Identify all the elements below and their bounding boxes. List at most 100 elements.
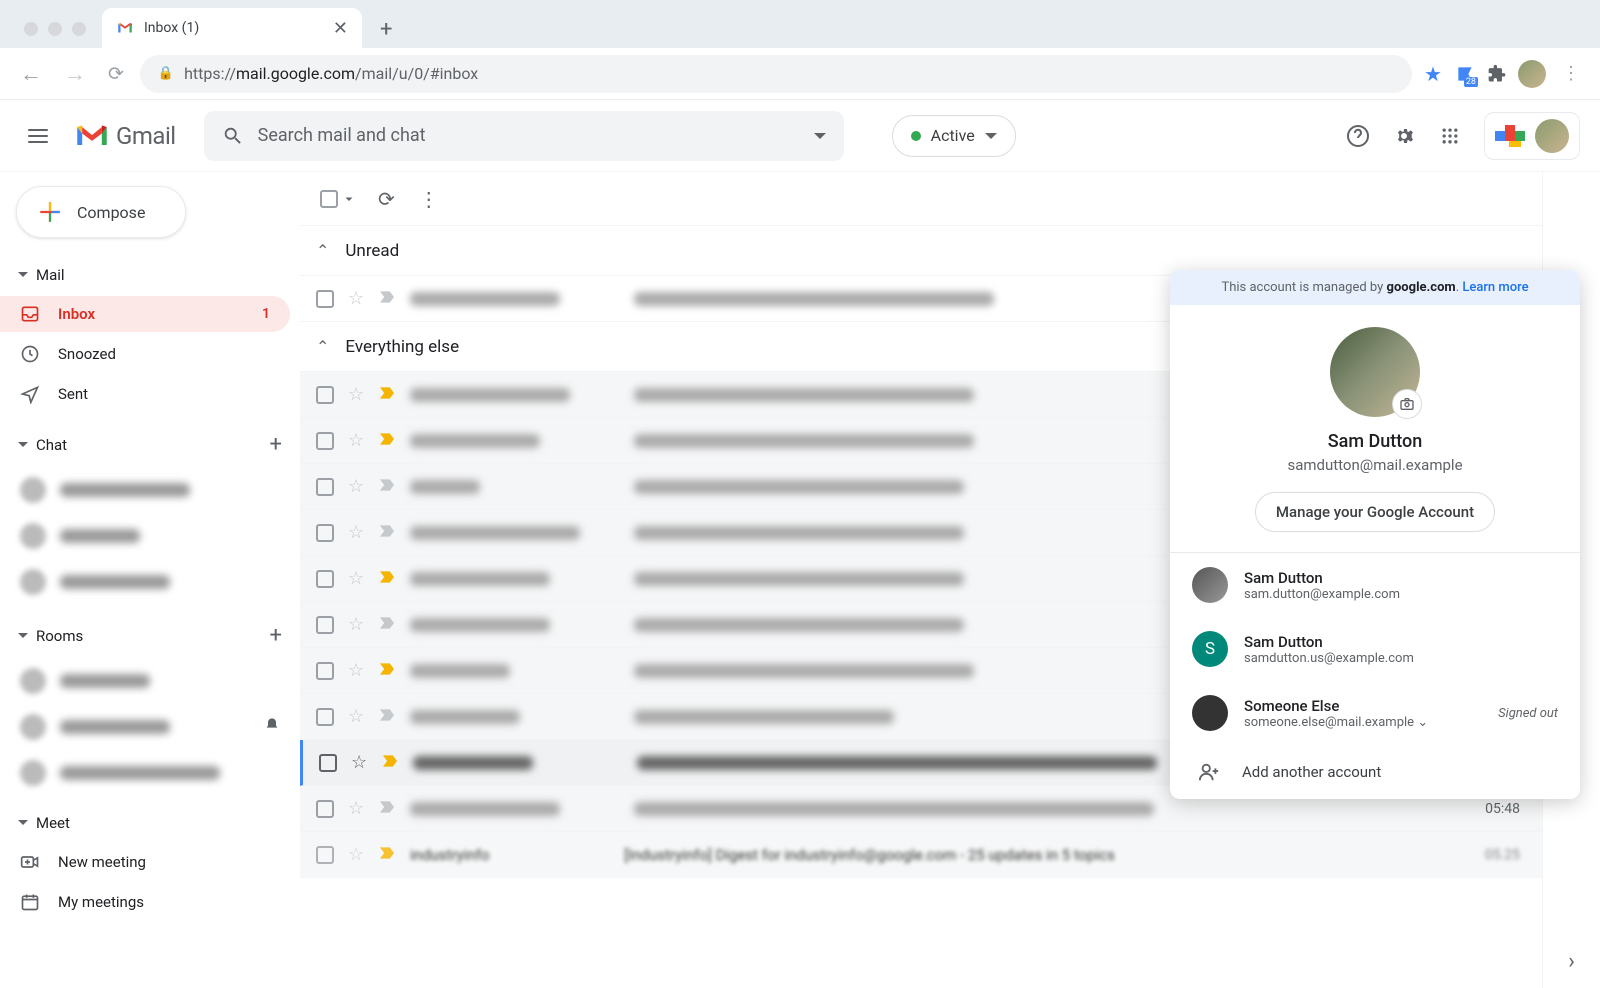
account-avatar	[1192, 695, 1228, 731]
calendar-icon	[20, 892, 40, 912]
chat-contact[interactable]	[10, 469, 290, 511]
section-rooms-header[interactable]: Rooms +	[10, 615, 290, 656]
mail-sender: industryinfo	[410, 846, 610, 864]
section-mail-header[interactable]: Mail	[10, 258, 290, 292]
app-header: Gmail Search mail and chat Active	[0, 100, 1600, 172]
add-account-button[interactable]: Add another account	[1170, 745, 1580, 799]
row-checkbox[interactable]	[316, 290, 334, 308]
help-icon[interactable]	[1346, 124, 1370, 148]
caret-down-icon	[18, 820, 28, 830]
status-button[interactable]: Active	[892, 115, 1016, 157]
section-chat-header[interactable]: Chat +	[10, 424, 290, 465]
caret-down-icon	[18, 442, 28, 452]
person-add-icon	[1198, 761, 1220, 783]
new-tab-button[interactable]: +	[370, 17, 402, 48]
sidebar-item-new-meeting[interactable]: New meeting	[0, 844, 290, 880]
gmail-logo-text: Gmail	[116, 122, 176, 150]
tab-title: Inbox (1)	[144, 20, 323, 36]
close-tab-icon[interactable]: ✕	[333, 18, 348, 39]
sidebar-item-inbox[interactable]: Inbox 1	[0, 296, 290, 332]
main-menu-icon[interactable]	[20, 117, 56, 155]
status-label: Active	[931, 126, 975, 145]
mail-time: 05:48	[1485, 801, 1526, 817]
side-panel-expand-icon[interactable]: ›	[1568, 949, 1575, 974]
close-dot[interactable]	[24, 22, 38, 36]
extensions-puzzle-icon[interactable]	[1486, 63, 1508, 85]
gmail-logo-icon	[74, 122, 110, 150]
caret-down-icon	[18, 272, 28, 282]
lock-icon: 🔒	[158, 66, 174, 81]
room-item[interactable]	[10, 660, 290, 702]
mail-toolbar: ⟳ ⋮	[300, 172, 1542, 226]
room-item[interactable]	[10, 706, 290, 748]
important-icon[interactable]	[378, 386, 396, 404]
learn-more-link[interactable]: Learn more	[1462, 280, 1528, 295]
important-icon[interactable]	[378, 290, 396, 308]
forward-button[interactable]: →	[58, 55, 92, 93]
window-controls	[16, 22, 94, 48]
extension-badge-icon[interactable]: 28	[1454, 63, 1476, 85]
url-bar[interactable]: 🔒 https://mail.google.com/mail/u/0/#inbo…	[140, 55, 1412, 93]
reload-button[interactable]: ⟳	[102, 56, 130, 91]
mail-time: 05.25	[1485, 847, 1526, 863]
section-unread[interactable]: ⌃ Unread	[300, 226, 1542, 276]
more-icon[interactable]: ⋮	[419, 187, 439, 211]
clock-icon	[20, 344, 40, 364]
chevron-down-icon: ⌄	[1417, 715, 1428, 730]
back-button[interactable]: ←	[14, 55, 48, 93]
chevron-up-icon: ⌃	[316, 337, 329, 356]
section-meet-header[interactable]: Meet	[10, 806, 290, 840]
profile-avatar-app[interactable]	[1535, 119, 1569, 153]
url-text: https://mail.google.com/mail/u/0/#inbox	[184, 64, 478, 83]
gmail-m-icon	[116, 19, 134, 37]
mail-row[interactable]: ☆ industryinfo [Industryinfo] Digest for…	[300, 832, 1542, 878]
minimize-dot[interactable]	[48, 22, 62, 36]
apps-grid-icon[interactable]	[1438, 124, 1462, 148]
gmail-logo[interactable]: Gmail	[74, 122, 176, 150]
account-row[interactable]: Sam Dutton sam.dutton@example.com	[1170, 553, 1580, 617]
popup-banner: This account is managed by google.com. L…	[1170, 270, 1580, 305]
status-dot-icon	[911, 131, 921, 141]
sidebar-item-my-meetings[interactable]: My meetings	[0, 884, 290, 920]
select-caret-icon[interactable]	[346, 197, 353, 204]
send-icon	[20, 384, 40, 404]
add-chat-icon[interactable]: +	[270, 432, 282, 457]
profile-avatar-browser[interactable]	[1518, 60, 1546, 88]
manage-account-button[interactable]: Manage your Google Account	[1255, 492, 1495, 532]
compose-button[interactable]: Compose	[16, 186, 186, 238]
browser-tab[interactable]: Inbox (1) ✕	[102, 8, 362, 48]
search-options-caret[interactable]	[814, 133, 826, 145]
popup-user-name: Sam Dutton	[1328, 431, 1423, 452]
sidebar-item-snoozed[interactable]: Snoozed	[0, 336, 290, 372]
star-icon[interactable]: ☆	[348, 288, 364, 309]
bookmark-star-icon[interactable]: ★	[1422, 63, 1444, 85]
add-room-icon[interactable]: +	[270, 623, 282, 648]
camera-icon[interactable]	[1392, 389, 1422, 419]
video-plus-icon	[20, 852, 40, 872]
account-avatar	[1192, 567, 1228, 603]
search-box[interactable]: Search mail and chat	[204, 111, 844, 161]
search-icon	[222, 125, 244, 147]
maximize-dot[interactable]	[72, 22, 86, 36]
settings-gear-icon[interactable]	[1392, 124, 1416, 148]
caret-down-icon	[18, 633, 28, 643]
room-item[interactable]	[10, 752, 290, 794]
account-row[interactable]: Someone Else someone.else@mail.example ⌄…	[1170, 681, 1580, 745]
chat-contact[interactable]	[10, 515, 290, 557]
mute-icon	[264, 717, 280, 737]
org-chip[interactable]	[1484, 112, 1580, 160]
inbox-icon	[20, 304, 40, 324]
chat-contact[interactable]	[10, 561, 290, 603]
org-lego-icon	[1495, 125, 1525, 147]
chevron-up-icon: ⌃	[316, 241, 329, 260]
search-placeholder: Search mail and chat	[258, 125, 426, 146]
popup-user-email: samdutton@mail.example	[1287, 456, 1462, 474]
browser-menu-icon[interactable]: ⋮	[1556, 57, 1586, 90]
mail-subject: [Industryinfo] Digest for industryinfo@g…	[624, 846, 1115, 864]
status-caret-icon	[985, 133, 997, 145]
account-row[interactable]: S Sam Dutton samdutton.us@example.com	[1170, 617, 1580, 681]
compose-label: Compose	[77, 203, 145, 222]
select-all-checkbox[interactable]	[320, 190, 338, 208]
refresh-icon[interactable]: ⟳	[378, 187, 395, 211]
sidebar-item-sent[interactable]: Sent	[0, 376, 290, 412]
